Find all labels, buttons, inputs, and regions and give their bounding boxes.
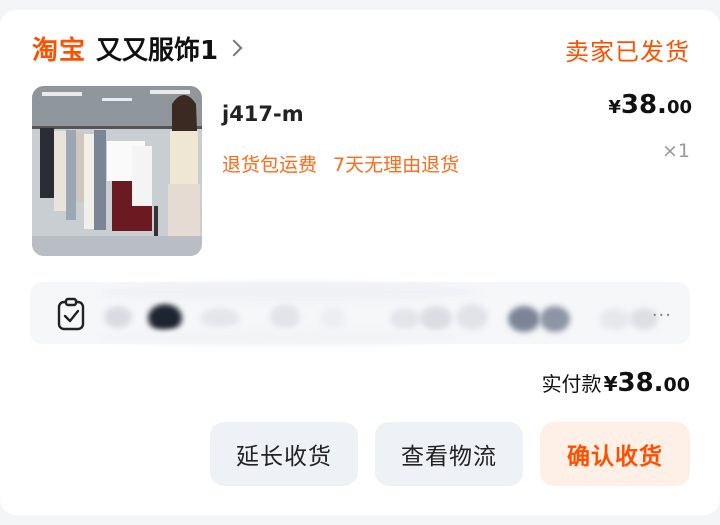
tag-7day-return: 7天无理由退货 [333,154,460,176]
chevron-right-icon[interactable] [225,39,243,57]
shop-header[interactable]: 淘宝 又又服饰1 [32,28,243,68]
tag-return-shipping: 退货包运费 [222,154,318,176]
price-integer: 38. [620,90,667,120]
price-symbol: ¥ [608,97,621,118]
paid-label: 实付款 [541,372,602,396]
paid-amount: 实付款 ¥38. 00 [542,368,690,398]
confirm-receipt-button[interactable]: 确认收货 [540,422,690,486]
logistics-row[interactable]: ... [30,282,690,346]
clipboard-check-icon [57,297,85,331]
more-icon[interactable]: ... [652,300,672,321]
logistics-text-redacted [100,282,660,346]
product-title[interactable]: j417-m [222,102,304,126]
platform-logo: 淘宝 [32,35,87,66]
product-photo [32,86,202,256]
product-price: ¥38.00 [608,90,692,120]
order-card: 淘宝 又又服饰1 卖家已发货 j417-m ¥38.00 ×1 退货包运费 7天… [0,10,720,515]
paid-decimal: 00 [663,374,690,396]
service-tags: 退货包运费 7天无理由退货 [222,150,459,177]
price-decimal: 00 [666,97,692,118]
shop-name[interactable]: 又又服饰1 [96,30,218,67]
view-logistics-button[interactable]: 查看物流 [375,422,523,486]
product-quantity: ×1 [661,140,690,162]
extend-receipt-button[interactable]: 延长收货 [210,422,358,486]
product-image[interactable] [32,86,202,256]
order-status: 卖家已发货 [565,38,690,66]
paid-integer: 38. [617,368,664,398]
paid-symbol: ¥ [603,372,618,396]
